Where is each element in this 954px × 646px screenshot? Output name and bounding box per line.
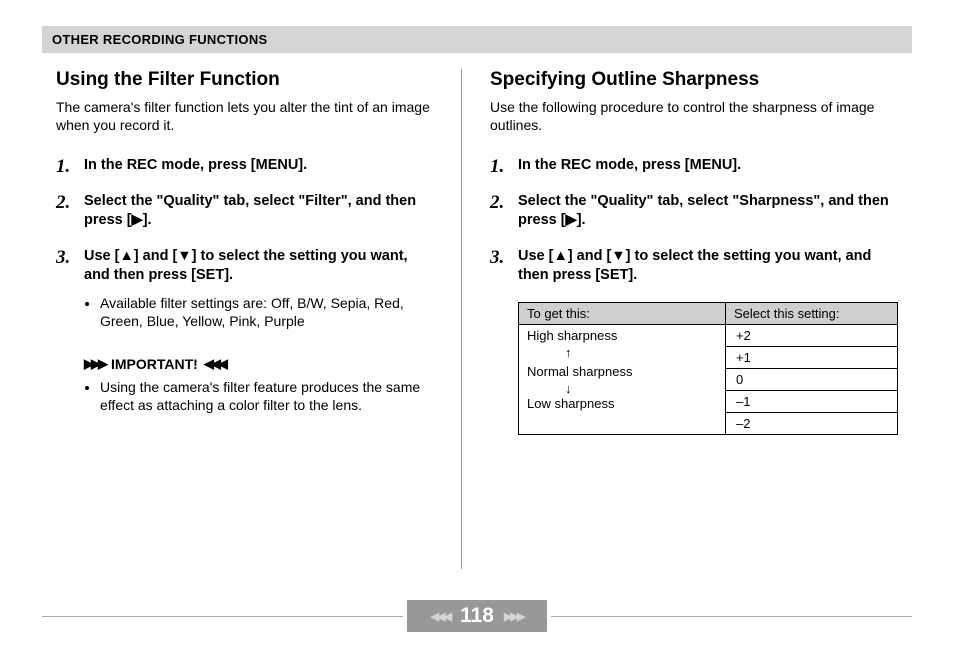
table-header-row: To get this: Select this setting:: [519, 302, 898, 324]
table-val-1: +1: [726, 346, 898, 368]
page-number-badge: ◀◀◀ 118 ▶▶▶: [407, 600, 548, 632]
left-step-3: Use [▲] and [▼] to select the setting yo…: [56, 247, 433, 331]
table-val-3: –1: [726, 390, 898, 412]
left-title: Using the Filter Function: [56, 69, 433, 91]
normal-sharpness-label: Normal sharpness: [527, 360, 717, 379]
left-step-3-bullet: Available filter settings are: Off, B/W,…: [100, 294, 433, 330]
right-column: Specifying Outline Sharpness Use the fol…: [461, 69, 912, 569]
left-steps: In the REC mode, press [MENU]. Select th…: [56, 156, 433, 330]
important-label: IMPORTANT!: [111, 356, 198, 372]
page-footer: ◀◀◀ 118 ▶▶▶: [42, 600, 912, 632]
left-step-3-sub: Available filter settings are: Off, B/W,…: [84, 294, 433, 330]
important-ornament-left-icon: ▶▶▶: [84, 356, 105, 372]
left-step-1: In the REC mode, press [MENU].: [56, 156, 433, 176]
arrow-down-icon: ↓: [527, 379, 717, 396]
important-list: Using the camera's filter feature produc…: [84, 378, 433, 414]
left-step-2: Select the "Quality" tab, select "Filter…: [56, 192, 433, 231]
table-val-4: –2: [726, 412, 898, 434]
right-steps: In the REC mode, press [MENU]. Select th…: [490, 156, 898, 286]
arrow-up-icon: ↑: [527, 343, 717, 360]
right-step-1: In the REC mode, press [MENU].: [490, 156, 898, 176]
right-step-3: Use [▲] and [▼] to select the setting yo…: [490, 247, 898, 286]
section-header: OTHER RECORDING FUNCTIONS: [42, 26, 912, 53]
table-head-left: To get this:: [519, 302, 726, 324]
important-bullet: Using the camera's filter feature produc…: [100, 378, 433, 414]
important-heading: ▶▶▶ IMPORTANT! ◀◀◀: [84, 356, 433, 372]
page-ornament-right-icon: ▶▶▶: [504, 610, 523, 623]
low-sharpness-label: Low sharpness: [527, 396, 717, 411]
footer-rule-left: [42, 616, 403, 617]
table-head-right: Select this setting:: [726, 302, 898, 324]
left-intro: The camera's filter function lets you al…: [56, 99, 433, 134]
content-columns: Using the Filter Function The camera's f…: [42, 69, 912, 569]
sharpness-table: To get this: Select this setting: High s…: [518, 302, 898, 435]
right-step-2: Select the "Quality" tab, select "Sharpn…: [490, 192, 898, 231]
right-intro: Use the following procedure to control t…: [490, 99, 898, 134]
left-column: Using the Filter Function The camera's f…: [42, 69, 461, 569]
footer-rule-right: [551, 616, 912, 617]
left-step-3-text: Use [▲] and [▼] to select the setting yo…: [84, 248, 408, 284]
high-sharpness-label: High sharpness: [527, 328, 717, 343]
page-number: 118: [460, 604, 494, 628]
table-val-2: 0: [726, 368, 898, 390]
page-ornament-left-icon: ◀◀◀: [431, 610, 450, 623]
important-ornament-right-icon: ◀◀◀: [204, 356, 225, 372]
table-row: High sharpness ↑ Normal sharpness ↓ Low …: [519, 324, 898, 346]
table-left-scale: High sharpness ↑ Normal sharpness ↓ Low …: [519, 324, 726, 434]
table-val-0: +2: [726, 324, 898, 346]
right-title: Specifying Outline Sharpness: [490, 69, 898, 91]
